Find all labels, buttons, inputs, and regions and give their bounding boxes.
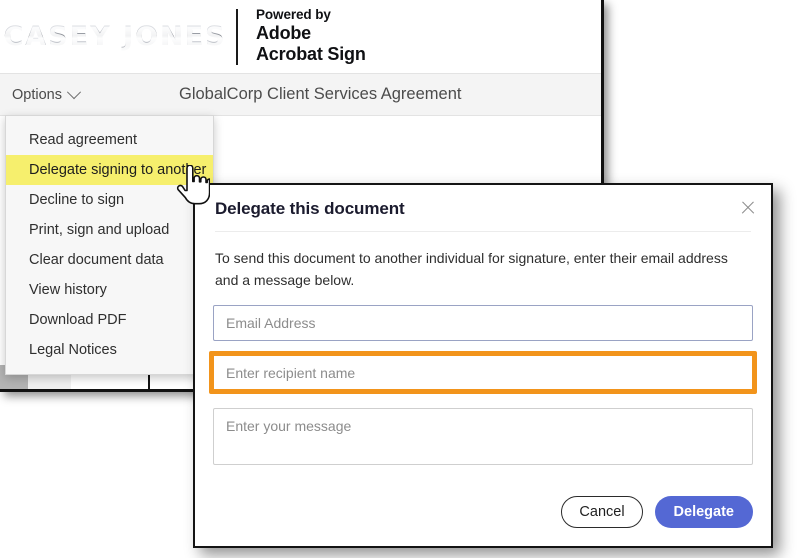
- menu-item-label: Read agreement: [29, 132, 138, 148]
- close-icon[interactable]: [739, 199, 757, 217]
- recipient-name-input[interactable]: [214, 356, 752, 390]
- dialog-header: Delegate this document: [195, 185, 771, 219]
- menu-item-read-agreement[interactable]: Read agreement: [6, 125, 213, 155]
- delegate-document-dialog: Delegate this document To send this docu…: [193, 183, 773, 548]
- delegate-button[interactable]: Delegate: [654, 496, 753, 528]
- recipient-name-highlight: [209, 351, 757, 395]
- dialog-footer: Cancel Delegate: [561, 496, 753, 528]
- menu-item-label: View history: [29, 282, 107, 298]
- menu-item-label: Legal Notices: [29, 342, 117, 358]
- options-toolbar: Options GlobalCorp Client Services Agree…: [0, 73, 601, 116]
- dialog-divider: [215, 231, 751, 232]
- message-field-wrapper: [213, 408, 753, 470]
- cancel-button[interactable]: Cancel: [561, 496, 643, 528]
- page-title: GlobalCorp Client Services Agreement: [178, 85, 462, 103]
- powered-by-label: Powered by: [256, 7, 331, 23]
- menu-item-label: Clear document data: [29, 252, 164, 268]
- menu-item-label: Print, sign and upload: [29, 222, 170, 238]
- company-logo: CASEY JONES: [0, 21, 230, 52]
- menu-item-legal-notices[interactable]: Legal Notices: [6, 335, 213, 365]
- options-button-label: Options: [12, 86, 62, 103]
- acrobat-sign-label: Acrobat Sign: [256, 44, 366, 65]
- chevron-down-icon: [66, 84, 82, 99]
- options-button[interactable]: Options: [12, 84, 82, 103]
- menu-item-download-pdf[interactable]: Download PDF: [6, 305, 213, 335]
- email-input[interactable]: [213, 305, 753, 342]
- dialog-description: To send this document to another individ…: [215, 250, 728, 288]
- menu-item-clear-document-data[interactable]: Clear document data: [6, 245, 213, 275]
- menu-item-print-sign-upload[interactable]: Print, sign and upload: [6, 215, 213, 245]
- message-input[interactable]: [213, 408, 753, 466]
- menu-item-decline-to-sign[interactable]: Decline to sign: [6, 185, 213, 215]
- brand-header: CASEY JONES Powered by Adobe Acrobat Sig…: [0, 0, 601, 73]
- menu-item-label: Decline to sign: [29, 192, 125, 208]
- company-logo-text: CASEY JONES: [3, 21, 227, 52]
- options-dropdown-menu[interactable]: Read agreement Delegate signing to anoth…: [5, 115, 214, 375]
- brand-divider: [236, 8, 238, 65]
- menu-item-view-history[interactable]: View history: [6, 275, 213, 305]
- menu-item-label: Download PDF: [29, 312, 127, 328]
- adobe-label: Adobe: [256, 23, 311, 44]
- dialog-title: Delegate this document: [215, 199, 405, 218]
- email-field-wrapper: [213, 305, 753, 342]
- menu-item-label: Delegate signing to another: [29, 162, 207, 178]
- menu-item-delegate-signing[interactable]: Delegate signing to another: [6, 155, 213, 185]
- adobe-branding: Powered by Adobe Acrobat Sign: [256, 7, 366, 65]
